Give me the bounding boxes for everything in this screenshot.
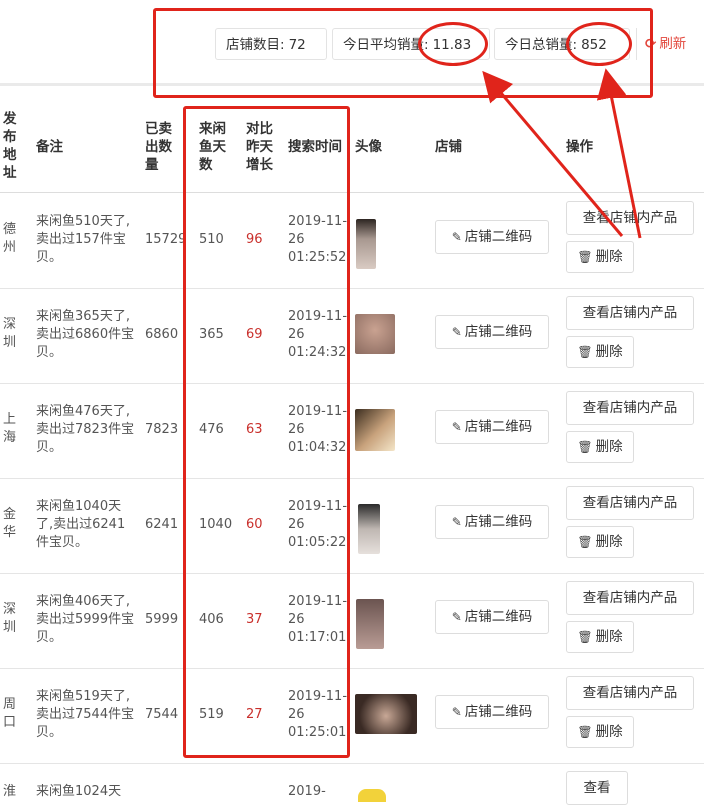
arrow-to-total — [596, 68, 642, 239]
annotation-arrows — [482, 68, 642, 239]
arrow-to-avg — [482, 70, 624, 237]
